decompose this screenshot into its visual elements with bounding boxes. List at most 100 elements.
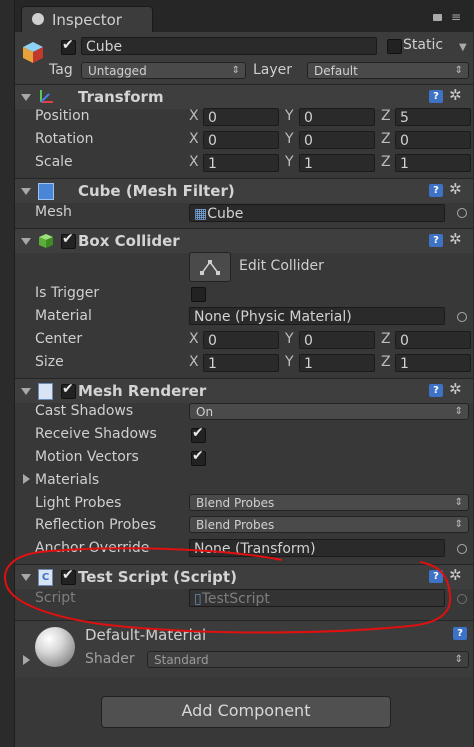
axis-x-label[interactable]: X: [189, 354, 199, 370]
axis-x-label[interactable]: X: [189, 331, 199, 347]
light-probes-label: Light Probes: [35, 495, 122, 511]
mesh-renderer-icon: [38, 383, 53, 400]
active-checkbox[interactable]: [61, 37, 76, 55]
dropdown-arrow-icon: ⇕: [231, 65, 240, 76]
materials-label[interactable]: Materials: [35, 472, 99, 488]
tab-inspector[interactable]: Inspector: [21, 6, 153, 33]
axis-z-label[interactable]: Z: [381, 354, 391, 370]
axis-z-label[interactable]: Z: [381, 108, 391, 124]
center-y-field[interactable]: 0: [299, 331, 375, 349]
material-foldout-icon[interactable]: [23, 655, 30, 665]
object-picker-icon[interactable]: [457, 544, 467, 554]
chevron-down-icon[interactable]: ▼: [459, 42, 467, 53]
shader-dropdown[interactable]: Standard ⇕: [147, 651, 469, 668]
help-icon[interactable]: ?: [429, 234, 443, 247]
axis-y-label[interactable]: Y: [285, 108, 294, 124]
reflection-probes-dropdown[interactable]: Blend Probes ⇕: [189, 516, 469, 533]
test-script-header[interactable]: C Test Script (Script) ? ✲: [15, 564, 473, 589]
tab-menu-icon[interactable]: ≡: [451, 10, 461, 24]
gear-icon[interactable]: ✲: [449, 380, 462, 398]
help-icon[interactable]: ?: [453, 627, 467, 640]
is-trigger-checkbox[interactable]: [191, 287, 206, 302]
tag-dropdown[interactable]: Untagged ⇕: [81, 62, 246, 79]
mesh-grid-icon: ▦: [194, 206, 208, 222]
tag-label: Tag: [49, 62, 73, 78]
axis-y-label[interactable]: Y: [285, 331, 294, 347]
help-icon[interactable]: ?: [429, 384, 443, 397]
transform-title: Transform: [78, 88, 164, 106]
edit-collider-button[interactable]: [189, 252, 231, 282]
axis-x-label[interactable]: X: [189, 108, 199, 124]
position-y-field[interactable]: 0: [299, 108, 375, 126]
foldout-arrow-icon[interactable]: [21, 188, 31, 195]
transform-header[interactable]: Transform ? ✲: [15, 84, 473, 109]
script-value: TestScript: [201, 591, 270, 607]
axis-z-label[interactable]: Z: [381, 131, 391, 147]
mesh-renderer-enabled-checkbox[interactable]: [61, 381, 76, 399]
size-z-field[interactable]: 1: [395, 354, 471, 372]
size-x-field[interactable]: 1: [203, 354, 279, 372]
foldout-arrow-icon[interactable]: [21, 94, 31, 101]
axis-y-label[interactable]: Y: [285, 354, 294, 370]
center-x-field[interactable]: 0: [203, 331, 279, 349]
object-picker-icon[interactable]: [457, 208, 467, 218]
mesh-label: Mesh: [35, 204, 72, 220]
box-collider-enabled-checkbox[interactable]: [61, 231, 76, 249]
test-script-enabled-checkbox[interactable]: [61, 567, 76, 585]
static-checkbox[interactable]: [387, 39, 402, 54]
rotation-z-field[interactable]: 0: [395, 131, 471, 149]
layer-value: Default: [314, 64, 358, 78]
cast-shadows-dropdown[interactable]: On ⇕: [189, 403, 469, 420]
axis-y-label[interactable]: Y: [285, 154, 294, 170]
gear-icon[interactable]: ✲: [449, 180, 462, 198]
receive-shadows-checkbox[interactable]: [191, 425, 206, 443]
position-label: Position: [35, 108, 90, 124]
axis-z-label[interactable]: Z: [381, 154, 391, 170]
foldout-arrow-icon[interactable]: [21, 388, 31, 395]
tag-value: Untagged: [88, 64, 147, 78]
position-z-field[interactable]: 5: [395, 108, 471, 126]
gear-icon[interactable]: ✲: [449, 566, 462, 584]
mesh-field[interactable]: ▦Cube: [189, 204, 445, 222]
static-label: Static: [403, 37, 444, 53]
scale-z-field[interactable]: 1: [395, 154, 471, 172]
foldout-arrow-icon[interactable]: [21, 574, 31, 581]
axis-z-label[interactable]: Z: [381, 331, 391, 347]
cube-icon: [21, 40, 45, 64]
help-icon[interactable]: ?: [429, 90, 443, 103]
rotation-x-field[interactable]: 0: [203, 131, 279, 149]
mesh-renderer-header[interactable]: Mesh Renderer ? ✲: [15, 378, 473, 403]
help-icon[interactable]: ?: [429, 570, 443, 583]
light-probes-dropdown[interactable]: Blend Probes ⇕: [189, 494, 469, 511]
gear-icon[interactable]: ✲: [449, 230, 462, 248]
scale-x-field[interactable]: 1: [203, 154, 279, 172]
mesh-filter-header[interactable]: Cube (Mesh Filter) ? ✲: [15, 178, 473, 203]
materials-foldout-icon[interactable]: [23, 474, 30, 484]
add-component-button[interactable]: Add Component: [101, 696, 391, 728]
material-sphere-icon: [35, 627, 75, 667]
axis-x-label[interactable]: X: [189, 154, 199, 170]
cast-shadows-label: Cast Shadows: [35, 403, 134, 419]
scale-y-field[interactable]: 1: [299, 154, 375, 172]
box-collider-header[interactable]: Box Collider ? ✲: [15, 228, 473, 253]
lock-icon[interactable]: [433, 14, 442, 21]
position-x-field[interactable]: 0: [203, 108, 279, 126]
gear-icon[interactable]: ✲: [449, 86, 462, 104]
layer-dropdown[interactable]: Default ⇕: [307, 62, 469, 79]
axis-x-label[interactable]: X: [189, 131, 199, 147]
physic-material-field[interactable]: None (Physic Material): [189, 307, 445, 325]
object-name-field[interactable]: Cube: [81, 37, 377, 55]
axis-y-label[interactable]: Y: [285, 131, 294, 147]
rotation-y-field[interactable]: 0: [299, 131, 375, 149]
anchor-override-field[interactable]: None (Transform): [189, 539, 445, 557]
light-probes-value: Blend Probes: [196, 496, 275, 510]
center-z-field[interactable]: 0: [395, 331, 471, 349]
reflection-probes-value: Blend Probes: [196, 518, 275, 532]
motion-vectors-checkbox[interactable]: [191, 448, 206, 466]
object-picker-icon[interactable]: [457, 312, 467, 322]
help-icon[interactable]: ?: [429, 184, 443, 197]
size-y-field[interactable]: 1: [299, 354, 375, 372]
material-label: Material: [35, 308, 92, 324]
shader-label: Shader: [85, 651, 135, 667]
foldout-arrow-icon[interactable]: [21, 238, 31, 245]
